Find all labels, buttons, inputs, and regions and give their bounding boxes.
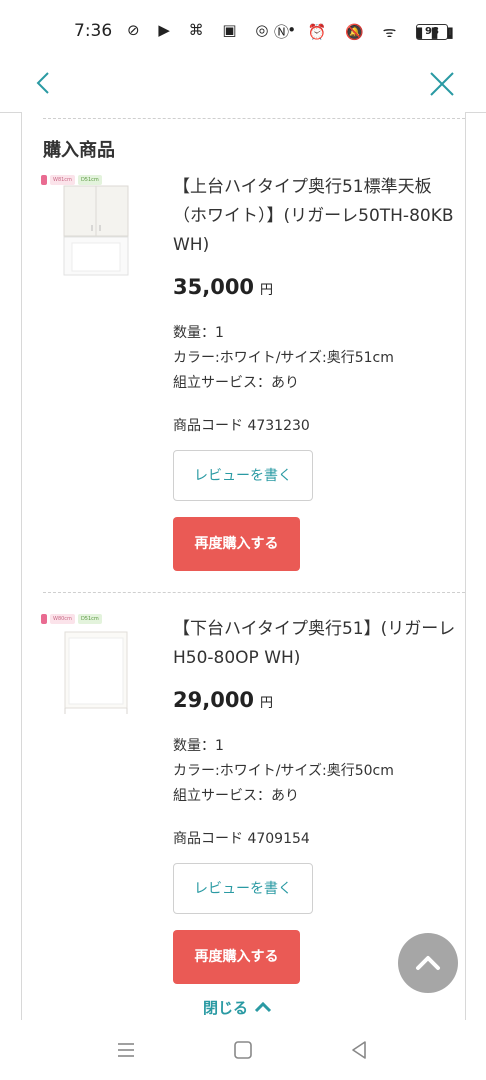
status-bar: 7:36 ⊘ ▶ ⌘ ▣ ◎ • Ⓝ ⏰ 🔕 ᯤ ▮▮▮ 98 [0,0,486,60]
price-value: 35,000 [173,275,255,299]
product-name[interactable]: 【上台ハイタイプ奥行51標準天板（ホワイト）】(リガーレ50TH-80KB WH… [173,173,458,260]
home-square-icon [234,1041,252,1059]
product-badges: W81cm D51cm [41,175,102,185]
status-time: 7:36 [74,21,113,41]
product-badges: W80cm D51cm [41,614,102,624]
top-nav [0,60,486,113]
battery-icon: 98 [416,24,451,40]
color-size: カラー:ホワイト/サイズ:奥行50cm [173,763,394,779]
chevron-up-icon [416,956,440,970]
product-code: 商品コード 4731230 [173,418,310,434]
price-currency: 円 [260,283,274,298]
product-image[interactable] [62,185,130,277]
divider [43,118,465,119]
close-icon [430,72,454,96]
back-button[interactable] [30,68,60,98]
badge [41,614,47,624]
chevron-up-icon [254,999,272,1017]
collapse-link[interactable]: 閉じる [203,997,272,1018]
badge: D51cm [77,175,102,185]
home-button[interactable] [231,1038,255,1062]
product-image[interactable] [62,628,130,720]
price-currency: 円 [260,696,274,711]
price-value: 29,000 [173,688,255,712]
badge: W80cm [50,614,75,624]
scroll-top-button[interactable] [398,933,458,993]
write-review-button[interactable]: レビューを書く [173,450,313,501]
recents-button[interactable] [114,1038,138,1062]
product-price: 29,000 円 [173,688,273,712]
rebuy-button[interactable]: 再度購入する [173,517,300,571]
section-title: 購入商品 [43,140,115,161]
product-name[interactable]: 【下台ハイタイプ奥行51】(リガーレ H50-80OP WH) [173,615,458,673]
system-nav-bar [0,1020,486,1080]
product-specs: 数量：1 カラー:ホワイト/サイズ:奥行50cm 組立サービス：あり [173,734,394,809]
write-review-button[interactable]: レビューを書く [173,863,313,914]
quantity: 数量：1 [173,738,224,754]
badge: W81cm [50,175,75,185]
badge [41,175,47,185]
product-specs: 数量：1 カラー:ホワイト/サイズ:奥行51cm 組立サービス：あり [173,321,394,396]
assembly-service: 組立サービス：あり [173,788,299,804]
divider [43,592,465,593]
close-button[interactable] [426,68,458,100]
quantity: 数量：1 [173,325,224,341]
collapse-label: 閉じる [203,999,249,1017]
product-price: 35,000 円 [173,275,273,299]
assembly-service: 組立サービス：あり [173,375,299,391]
triangle-back-icon [352,1041,366,1059]
color-size: カラー:ホワイト/サイズ:奥行51cm [173,350,394,366]
product-code: 商品コード 4709154 [173,831,310,847]
menu-icon [118,1043,134,1057]
back-nav-button[interactable] [347,1038,371,1062]
purchased-items-card: 購入商品 W81cm D51cm 【上台ハイタイプ奥行51標準天板（ホワイト）】… [21,112,466,1022]
badge: D51cm [77,614,102,624]
chevron-left-icon [36,72,49,94]
rebuy-button[interactable]: 再度購入する [173,930,300,984]
